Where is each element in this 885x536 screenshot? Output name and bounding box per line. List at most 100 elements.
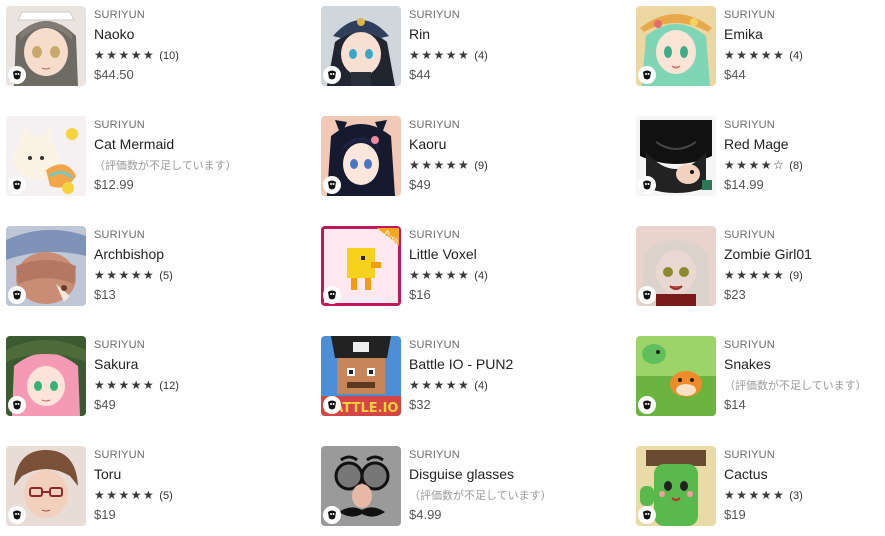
rating-count: (3) [789, 490, 803, 502]
publisher-name[interactable]: SURIYUN [409, 8, 599, 22]
product-title[interactable]: Toru [94, 465, 284, 483]
publisher-logo-icon [638, 176, 656, 194]
publisher-name[interactable]: SURIYUN [94, 338, 284, 352]
rating-count: (9) [474, 160, 488, 172]
product-info: SURIYUN Emika ★★★★★ (4) $44 [724, 8, 885, 83]
rating-count: (4) [474, 50, 488, 62]
rating-row: ★★★★★ (4) [409, 47, 599, 63]
publisher-logo-icon [323, 66, 341, 84]
product-title[interactable]: Archbishop [94, 245, 284, 263]
product-info: SURIYUN Cat Mermaid （評価数が不足しています） $12.99 [94, 118, 284, 193]
product-title[interactable]: Cat Mermaid [94, 135, 284, 153]
product-thumbnail[interactable] [6, 336, 86, 416]
product-card[interactable]: SURIYUN Zombie Girl01 ★★★★★ (9) $23 [630, 220, 885, 306]
publisher-name[interactable]: SURIYUN [94, 448, 284, 462]
product-title[interactable]: Little Voxel [409, 245, 599, 263]
product-thumbnail[interactable] [321, 446, 401, 526]
star-rating: ★★★★★ [409, 158, 471, 172]
publisher-name[interactable]: SURIYUN [409, 118, 599, 132]
product-price: $44.50 [94, 67, 134, 82]
product-thumbnail[interactable] [6, 226, 86, 306]
product-card[interactable]: SURIYUN Red Mage ★★★★☆ (8) $14.99 [630, 110, 885, 196]
product-thumbnail[interactable] [6, 6, 86, 86]
product-thumbnail[interactable] [636, 116, 716, 196]
publisher-logo-icon [323, 286, 341, 304]
publisher-logo-icon [323, 176, 341, 194]
product-card[interactable]: SURIYUN Cactus ★★★★★ (3) $19 [630, 440, 885, 526]
product-price: $23 [724, 287, 746, 302]
product-card[interactable]: SURIYUN Naoko ★★★★★ (10) $44.50 [0, 0, 290, 86]
product-price: $19 [724, 507, 746, 522]
product-thumbnail[interactable] [636, 446, 716, 526]
rating-count: (4) [474, 270, 488, 282]
product-thumbnail[interactable] [636, 336, 716, 416]
rating-row: ★★★★★ (9) [724, 267, 885, 283]
product-title[interactable]: Sakura [94, 355, 284, 373]
product-title[interactable]: Naoko [94, 25, 284, 43]
product-title[interactable]: Cactus [724, 465, 885, 483]
product-title[interactable]: Zombie Girl01 [724, 245, 885, 263]
product-thumbnail[interactable]: BATTLE.IO [321, 336, 401, 416]
product-title[interactable]: Emika [724, 25, 885, 43]
product-price: $16 [409, 287, 431, 302]
product-card[interactable]: Push SURIYUN Little Voxel ★★★★★ (4) $16 [315, 220, 605, 306]
rating-row: ★★★★★ (5) [94, 267, 284, 283]
publisher-name[interactable]: SURIYUN [409, 228, 599, 242]
product-info: SURIYUN Naoko ★★★★★ (10) $44.50 [94, 8, 284, 83]
product-info: SURIYUN Archbishop ★★★★★ (5) $13 [94, 228, 284, 303]
product-thumbnail[interactable] [636, 226, 716, 306]
product-title[interactable]: Battle IO - PUN2 [409, 355, 599, 373]
star-rating: ★★★★★ [409, 48, 471, 62]
publisher-name[interactable]: SURIYUN [724, 338, 885, 352]
product-card[interactable]: SURIYUN Emika ★★★★★ (4) $44 [630, 0, 885, 86]
rating-count: (4) [789, 50, 803, 62]
publisher-name[interactable]: SURIYUN [409, 448, 599, 462]
product-price: $19 [94, 507, 116, 522]
product-thumbnail[interactable] [636, 6, 716, 86]
product-info: SURIYUN Rin ★★★★★ (4) $44 [409, 8, 599, 83]
product-card[interactable]: SURIYUN Toru ★★★★★ (5) $19 [0, 440, 290, 526]
product-title[interactable]: Snakes [724, 355, 885, 373]
product-info: SURIYUN Cactus ★★★★★ (3) $19 [724, 448, 885, 523]
product-price: $14.99 [724, 177, 764, 192]
product-thumbnail[interactable] [321, 116, 401, 196]
product-info: SURIYUN Snakes （評価数が不足しています） $14 [724, 338, 885, 413]
publisher-name[interactable]: SURIYUN [94, 228, 284, 242]
publisher-logo-icon [8, 286, 26, 304]
product-card[interactable]: SURIYUN Kaoru ★★★★★ (9) $49 [315, 110, 605, 196]
publisher-name[interactable]: SURIYUN [724, 448, 885, 462]
product-title[interactable]: Rin [409, 25, 599, 43]
product-thumbnail[interactable] [6, 446, 86, 526]
product-info: SURIYUN Disguise glasses （評価数が不足しています） $… [409, 448, 599, 523]
product-info: SURIYUN Little Voxel ★★★★★ (4) $16 [409, 228, 599, 303]
publisher-name[interactable]: SURIYUN [724, 228, 885, 242]
product-card[interactable]: SURIYUN Sakura ★★★★★ (12) $49 [0, 330, 290, 416]
product-thumbnail[interactable] [321, 6, 401, 86]
product-card[interactable]: SURIYUN Disguise glasses （評価数が不足しています） $… [315, 440, 605, 526]
product-title[interactable]: Disguise glasses [409, 465, 599, 483]
product-card[interactable]: SURIYUN Cat Mermaid （評価数が不足しています） $12.99 [0, 110, 290, 196]
publisher-name[interactable]: SURIYUN [724, 118, 885, 132]
rating-row: ★★★★★ (4) [724, 47, 885, 63]
product-price: $49 [409, 177, 431, 192]
product-title[interactable]: Red Mage [724, 135, 885, 153]
product-title[interactable]: Kaoru [409, 135, 599, 153]
rating-row: ★★★★★ (12) [94, 377, 284, 393]
product-thumbnail[interactable]: Push [321, 226, 401, 306]
product-card[interactable]: SURIYUN Archbishop ★★★★★ (5) $13 [0, 220, 290, 306]
star-rating: ★★★★★ [94, 268, 156, 282]
product-card[interactable]: BATTLE.IO SURIYUN Battle IO - PUN2 ★★★★★… [315, 330, 605, 416]
publisher-name[interactable]: SURIYUN [724, 8, 885, 22]
rating-row: （評価数が不足しています） [724, 377, 885, 393]
publisher-name[interactable]: SURIYUN [94, 118, 284, 132]
rating-row: ★★★★★ (10) [94, 47, 284, 63]
publisher-name[interactable]: SURIYUN [94, 8, 284, 22]
rating-row: ★★★★★ (3) [724, 487, 885, 503]
product-thumbnail[interactable] [6, 116, 86, 196]
rating-count: (5) [159, 270, 173, 282]
star-rating: ★★★★★ [409, 378, 471, 392]
product-card[interactable]: SURIYUN Rin ★★★★★ (4) $44 [315, 0, 605, 86]
publisher-logo-icon [8, 396, 26, 414]
product-card[interactable]: SURIYUN Snakes （評価数が不足しています） $14 [630, 330, 885, 416]
publisher-name[interactable]: SURIYUN [409, 338, 599, 352]
